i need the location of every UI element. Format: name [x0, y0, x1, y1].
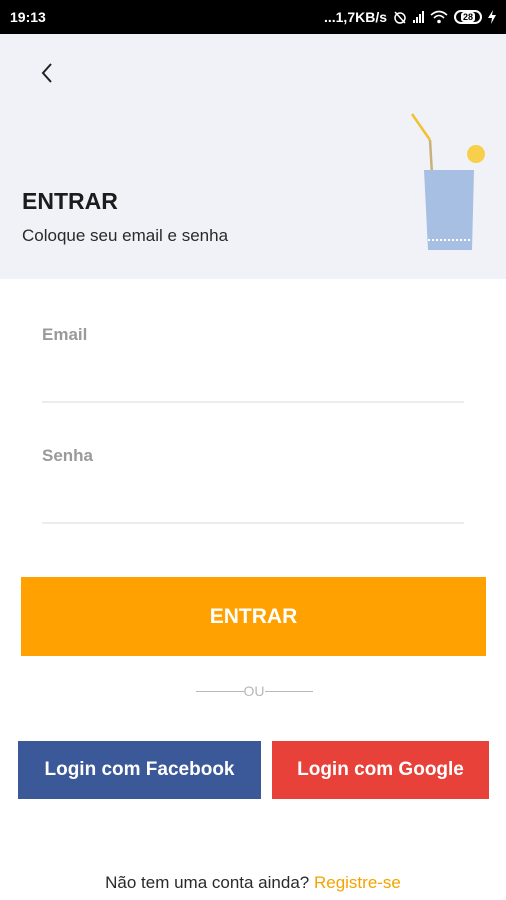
signal-icon: [413, 11, 424, 23]
divider-line-left: [195, 690, 244, 692]
chevron-left-icon: [41, 63, 52, 83]
status-bar: 19:13 ...1,7KB/s 28: [0, 0, 506, 34]
wifi-icon: [430, 10, 448, 24]
battery-icon: 28: [454, 10, 482, 24]
password-field[interactable]: Senha: [42, 446, 464, 524]
email-input[interactable]: [42, 355, 464, 395]
email-field[interactable]: Email: [42, 325, 464, 403]
status-time: 19:13: [10, 9, 46, 25]
alarm-off-icon: [394, 11, 406, 24]
or-divider: OU: [192, 682, 316, 700]
network-speed: ...1,7KB/s: [323, 9, 387, 25]
drink-glass-icon: [410, 113, 485, 250]
divider-line-right: [264, 690, 313, 692]
status-icons: ...1,7KB/s 28: [324, 9, 496, 25]
header: ENTRAR Coloque seu email e senha: [0, 34, 506, 279]
password-input[interactable]: [42, 476, 464, 516]
charging-icon: [488, 10, 496, 24]
signup-prompt: Não tem uma conta ainda? Registre-se: [0, 873, 506, 893]
google-login-button[interactable]: Login com Google: [272, 741, 489, 799]
page-subtitle: Coloque seu email e senha: [22, 226, 229, 245]
back-button[interactable]: [32, 58, 62, 88]
battery-level: 28: [460, 12, 475, 22]
login-button[interactable]: ENTRAR: [21, 577, 486, 656]
facebook-login-button[interactable]: Login com Facebook: [18, 741, 261, 799]
password-placeholder: Senha: [42, 446, 94, 465]
signup-text: Não tem uma conta ainda?: [105, 873, 310, 892]
divider-label: OU: [243, 683, 265, 699]
page-title: ENTRAR: [22, 188, 118, 214]
register-link[interactable]: Registre-se: [314, 873, 401, 892]
email-placeholder: Email: [42, 325, 88, 344]
